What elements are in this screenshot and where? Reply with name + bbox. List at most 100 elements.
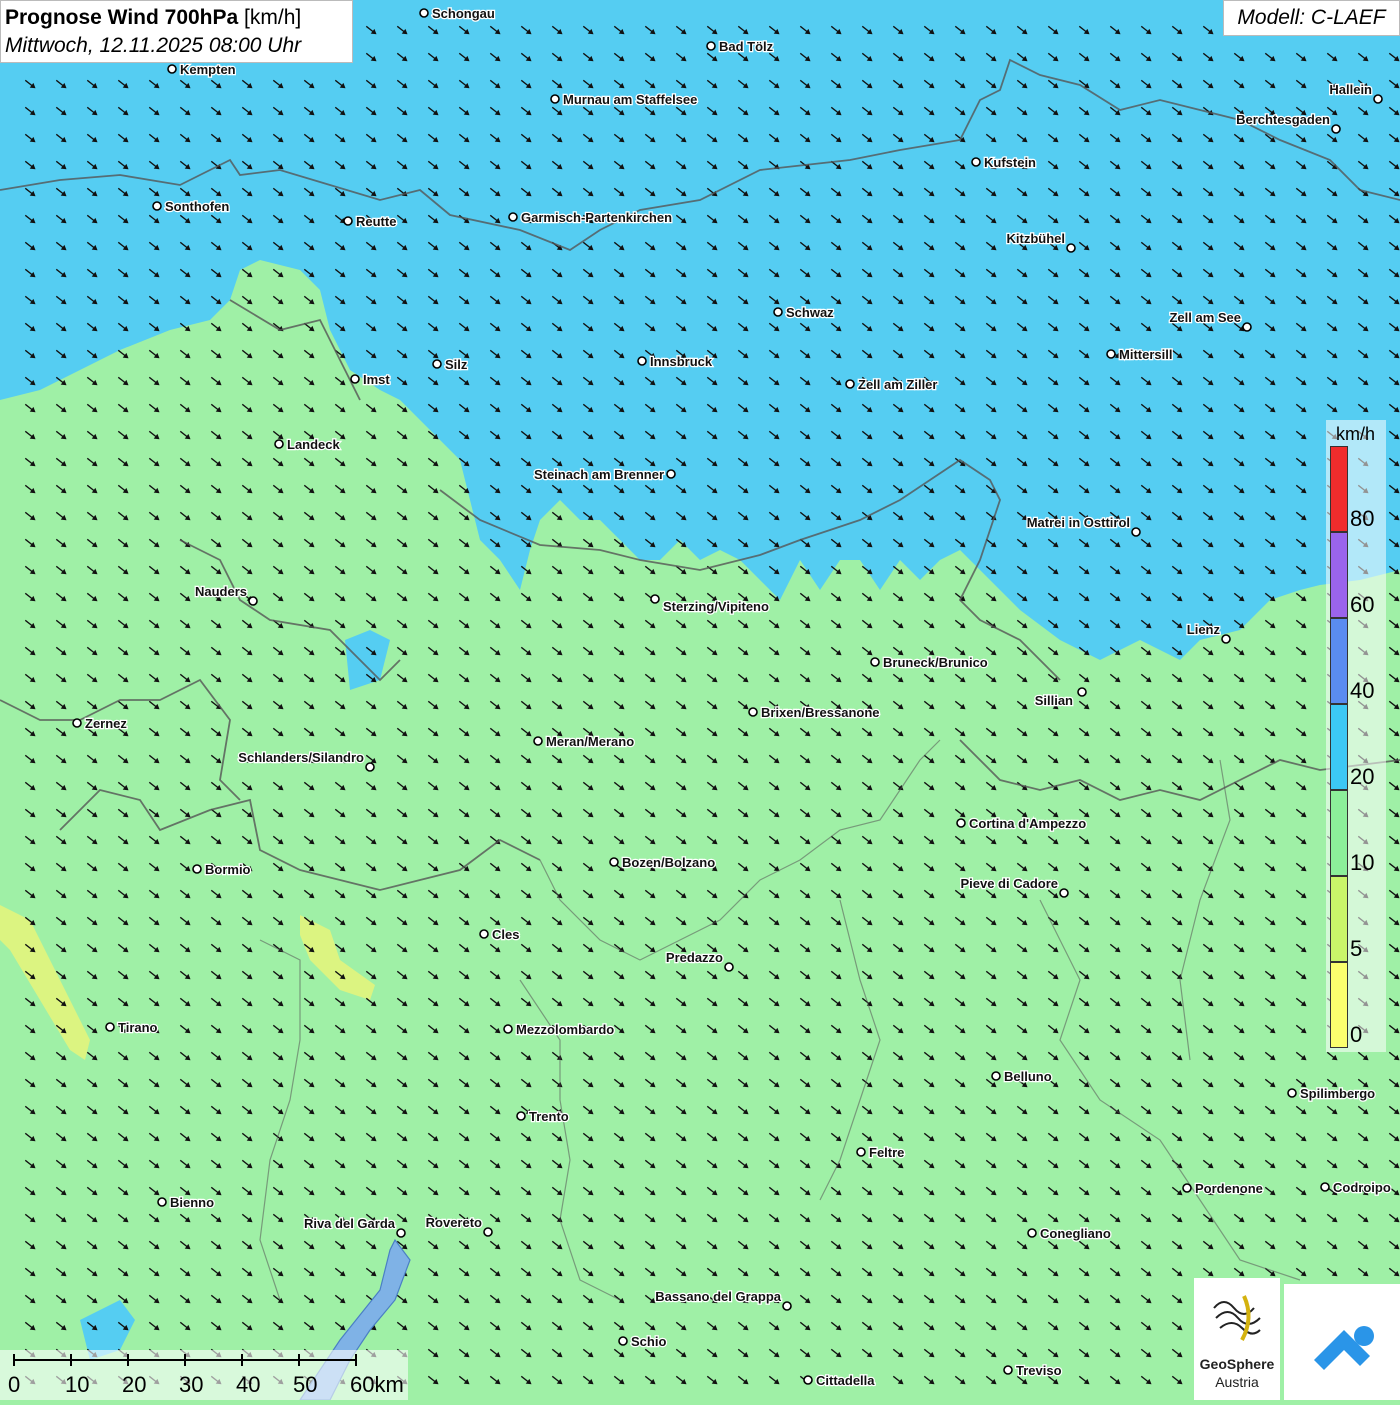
city-label: Kufstein bbox=[984, 155, 1036, 170]
city-label: Silz bbox=[445, 357, 468, 372]
city-dot bbox=[1059, 888, 1069, 898]
legend-label: 0 bbox=[1350, 1022, 1363, 1047]
city-label: Garmisch-Partenkirchen bbox=[521, 210, 672, 225]
city-dot bbox=[432, 359, 442, 369]
legend-swatch bbox=[1330, 704, 1348, 790]
city-dot bbox=[1066, 243, 1076, 253]
city-label: Bad Tölz bbox=[719, 39, 774, 54]
city-label: Treviso bbox=[1016, 1363, 1062, 1378]
scale-bar: 0 10 20 30 40 50 60km bbox=[0, 1350, 408, 1400]
legend-label: 10 bbox=[1350, 850, 1375, 875]
city-label: Rovereto bbox=[426, 1215, 482, 1230]
city-dot bbox=[343, 216, 353, 226]
geosphere-logo: GeoSphere Austria bbox=[1194, 1278, 1280, 1400]
legend-swatch bbox=[1330, 532, 1348, 618]
city-label: Zell am See bbox=[1169, 310, 1241, 325]
wind-map[interactable]: Schongau Bad Tölz Kempten Murnau am Staffel… bbox=[0, 0, 1400, 1400]
legend-swatch bbox=[1330, 446, 1348, 532]
legend-label: 80 bbox=[1350, 506, 1375, 531]
city-dot bbox=[666, 469, 676, 479]
city-dot bbox=[706, 41, 716, 51]
city-dot bbox=[365, 762, 375, 772]
city-label: Riva del Garda bbox=[304, 1216, 396, 1231]
city-marker: Garmisch-Partenkirchen bbox=[508, 209, 673, 226]
city-marker: Sonthofen bbox=[152, 198, 231, 215]
city-dot bbox=[782, 1301, 792, 1311]
geosphere-country: Austria bbox=[1215, 1374, 1259, 1390]
legend-swatch bbox=[1330, 876, 1348, 962]
city-dot bbox=[192, 864, 202, 874]
city-label: Zernez bbox=[85, 716, 127, 731]
city-marker: Conegliano bbox=[1027, 1225, 1112, 1242]
city-label: Zell am Ziller bbox=[858, 377, 937, 392]
city-marker: Murnau am Staffelsee bbox=[550, 91, 699, 108]
city-dot bbox=[1182, 1183, 1192, 1193]
title-box: Prognose Wind 700hPa [km/h] Mittwoch, 12… bbox=[0, 0, 353, 63]
city-label: Cles bbox=[492, 927, 519, 942]
scale-label: 10 bbox=[65, 1372, 90, 1397]
city-label: Bruneck/Brunico bbox=[883, 655, 988, 670]
city-dot bbox=[516, 1111, 526, 1121]
city-marker: Mezzolombardo bbox=[503, 1021, 616, 1038]
city-dot bbox=[105, 1022, 115, 1032]
city-label: Schongau bbox=[432, 6, 495, 21]
city-dot bbox=[396, 1228, 406, 1238]
geosphere-name: GeoSphere bbox=[1199, 1356, 1275, 1372]
city-dot bbox=[870, 657, 880, 667]
city-dot bbox=[483, 1227, 493, 1237]
city-label: Bozen/Bolzano bbox=[622, 855, 715, 870]
legend: km/h 0 5 10 20 40 60 80 bbox=[1326, 420, 1386, 1052]
city-label: Bormio bbox=[205, 862, 251, 877]
model-label: Modell: C-LAEF bbox=[1223, 0, 1400, 36]
city-dot bbox=[773, 307, 783, 317]
city-dot bbox=[748, 707, 758, 717]
city-dot bbox=[152, 201, 162, 211]
scale-bar-graphic bbox=[13, 1354, 357, 1366]
city-dot bbox=[248, 596, 258, 606]
map-title: Prognose Wind 700hPa bbox=[5, 6, 239, 29]
city-marker: Cortina d'Ampezzo bbox=[956, 815, 1088, 832]
scale-label: 30 bbox=[179, 1372, 204, 1397]
city-dot bbox=[167, 64, 177, 74]
city-dot bbox=[991, 1071, 1001, 1081]
city-label: Belluno bbox=[1004, 1069, 1052, 1084]
city-dot bbox=[419, 8, 429, 18]
city-label: Lienz bbox=[1187, 622, 1221, 637]
city-dot bbox=[508, 212, 518, 222]
city-dot bbox=[856, 1147, 866, 1157]
city-label: Cittadella bbox=[816, 1373, 875, 1388]
city-marker: Bozen/Bolzano bbox=[609, 854, 716, 871]
city-label: Bienno bbox=[170, 1195, 214, 1210]
city-marker: Innsbruck bbox=[637, 353, 714, 370]
legend-unit: km/h bbox=[1336, 424, 1376, 444]
city-dot bbox=[1331, 124, 1341, 134]
city-label: Tirano bbox=[118, 1020, 158, 1035]
city-label: Bassano del Grappa bbox=[655, 1289, 781, 1304]
city-dot bbox=[72, 718, 82, 728]
city-dot bbox=[503, 1024, 513, 1034]
city-label: Feltre bbox=[869, 1145, 904, 1160]
city-label: Sonthofen bbox=[165, 199, 229, 214]
scale-label: 20 bbox=[122, 1372, 147, 1397]
city-marker: Meran/Merano bbox=[533, 733, 635, 750]
city-dot bbox=[1106, 349, 1116, 359]
city-label: Brixen/Bressanone bbox=[761, 705, 880, 720]
scale-label: 50 bbox=[293, 1372, 318, 1397]
city-dot bbox=[533, 736, 543, 746]
city-marker: Schongau bbox=[419, 5, 496, 22]
scale-label: 40 bbox=[236, 1372, 261, 1397]
city-marker: Spilimbergo bbox=[1287, 1085, 1376, 1102]
city-dot bbox=[274, 439, 284, 449]
city-label: Berchtesgaden bbox=[1236, 112, 1330, 127]
legend-label: 20 bbox=[1350, 764, 1375, 789]
city-label: Cortina d'Ampezzo bbox=[969, 816, 1086, 831]
legend-swatch bbox=[1330, 962, 1348, 1048]
city-marker: Brixen/Bressanone bbox=[748, 704, 881, 721]
city-dot bbox=[479, 929, 489, 939]
legend-label: 40 bbox=[1350, 678, 1375, 703]
city-label: Innsbruck bbox=[650, 354, 713, 369]
city-dot bbox=[1320, 1182, 1330, 1192]
city-marker: Steinach am Brenner bbox=[533, 466, 676, 483]
city-label: Mezzolombardo bbox=[516, 1022, 614, 1037]
city-dot bbox=[1221, 634, 1231, 644]
